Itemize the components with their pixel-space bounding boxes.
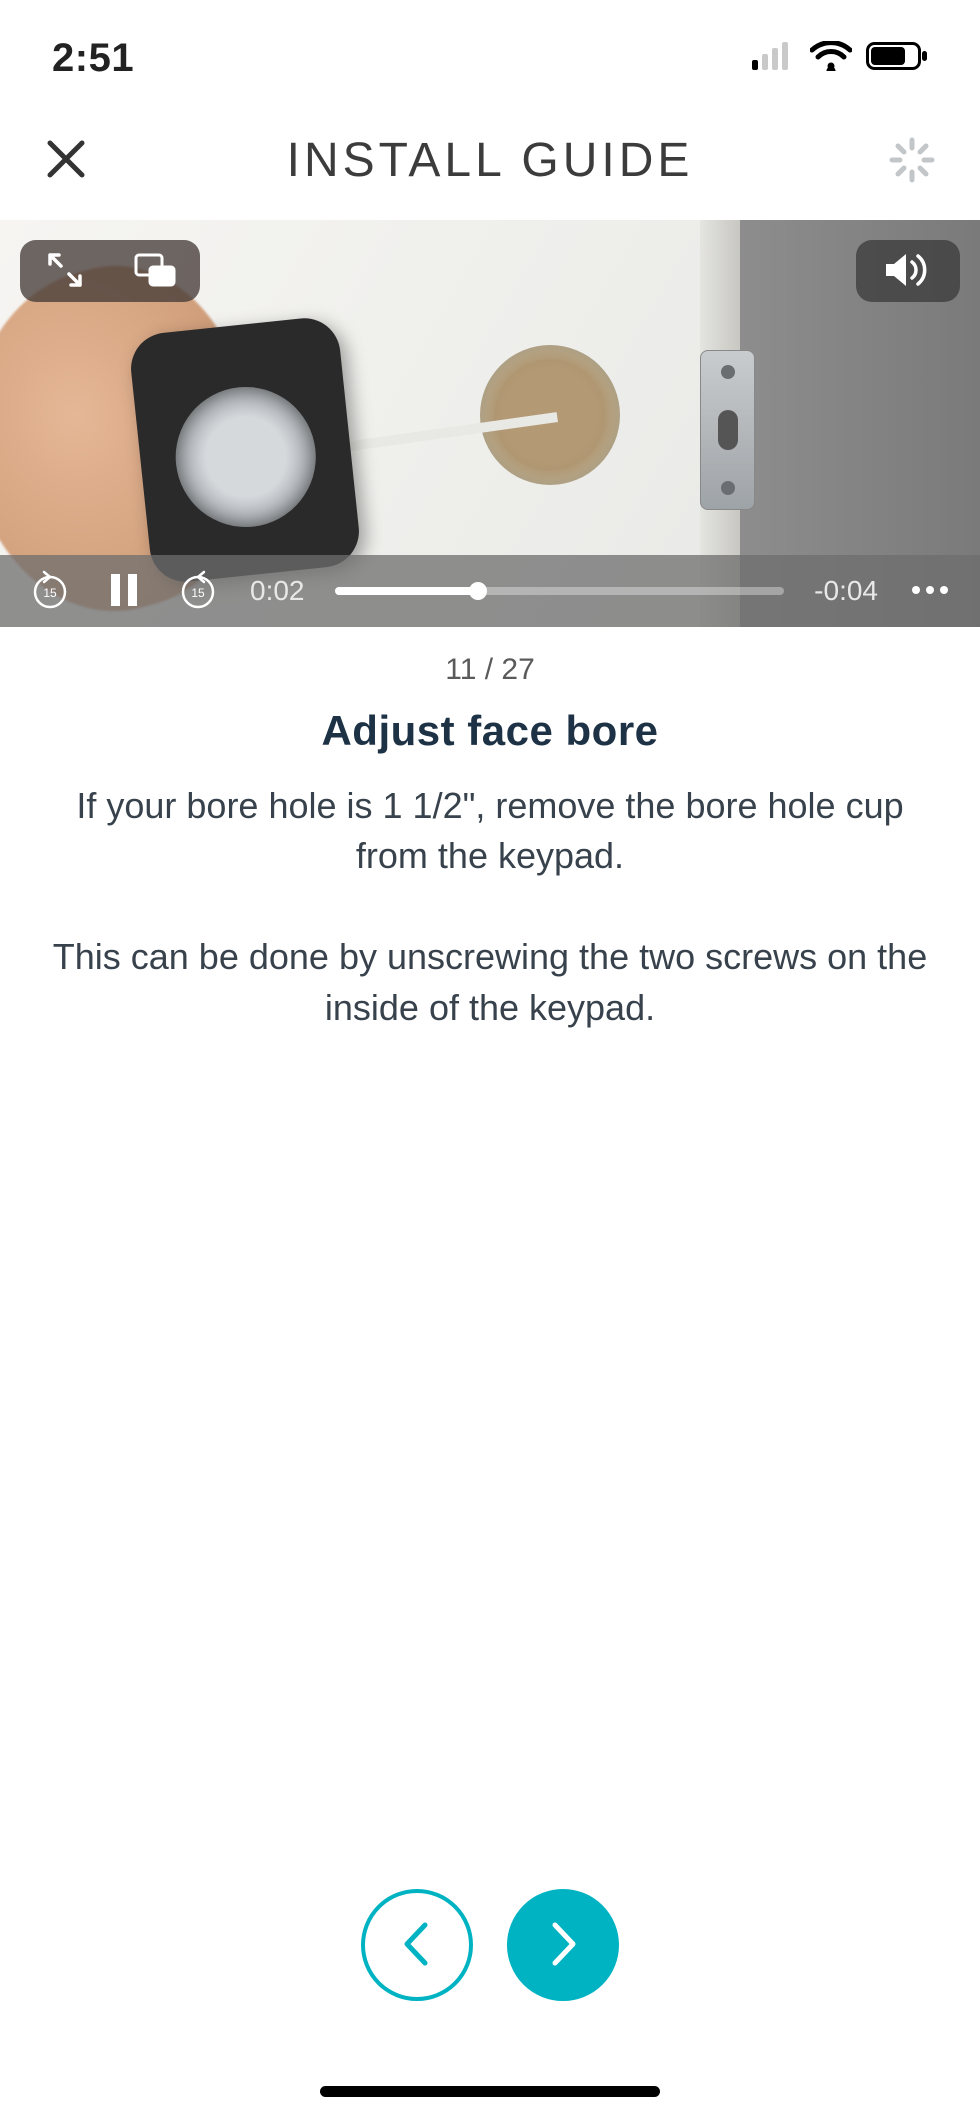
status-bar: 2:51: [0, 0, 980, 100]
rewind-15-icon: 15: [30, 570, 70, 613]
chevron-left-icon: [397, 1919, 437, 1972]
page-title: INSTALL GUIDE: [287, 133, 694, 188]
more-button[interactable]: [908, 569, 952, 613]
next-step-button[interactable]: [507, 1889, 619, 2001]
rewind-15-button[interactable]: 15: [28, 569, 72, 613]
fullscreen-icon: [45, 250, 85, 293]
loading-spinner-icon: [888, 136, 936, 184]
volume-button[interactable]: [856, 240, 960, 302]
status-icons: [752, 41, 928, 76]
cellular-icon: [752, 42, 796, 75]
scrubber[interactable]: [335, 587, 785, 595]
step-title: Adjust face bore: [36, 707, 944, 755]
status-time: 2:51: [52, 36, 134, 81]
more-icon: [910, 584, 950, 599]
previous-step-button[interactable]: [361, 1889, 473, 2001]
battery-icon: [866, 42, 928, 75]
pip-icon: [133, 252, 177, 291]
nav-bar: INSTALL GUIDE: [0, 100, 980, 220]
video-controls-bar: 15 15 0:02 -0:04: [0, 555, 980, 627]
forward-15-icon: 15: [178, 570, 218, 613]
step-counter: 11 / 27: [36, 653, 944, 687]
close-button[interactable]: [40, 134, 92, 186]
chevron-right-icon: [543, 1919, 583, 1972]
home-indicator[interactable]: [320, 2086, 660, 2097]
video-display-controls: [20, 240, 200, 302]
scrubber-thumb[interactable]: [469, 582, 487, 600]
svg-text:15: 15: [43, 586, 57, 600]
svg-text:15: 15: [191, 586, 205, 600]
remaining-time: -0:04: [814, 575, 878, 607]
video-player[interactable]: 15 15 0:02 -0:04: [0, 220, 980, 627]
pause-icon: [108, 572, 140, 611]
pip-button[interactable]: [110, 240, 200, 302]
forward-15-button[interactable]: 15: [176, 569, 220, 613]
wifi-icon: [810, 41, 852, 76]
elapsed-time: 0:02: [250, 575, 305, 607]
video-overlay-top: [20, 240, 200, 302]
pager: [0, 1889, 980, 2001]
volume-icon: [882, 250, 934, 293]
pause-button[interactable]: [102, 569, 146, 613]
close-icon: [44, 137, 88, 184]
step-content: 11 / 27 Adjust face bore If your bore ho…: [0, 627, 980, 1033]
scrubber-fill: [335, 587, 479, 595]
step-body: If your bore hole is 1 1/2", remove the …: [36, 781, 944, 1033]
fullscreen-button[interactable]: [20, 240, 110, 302]
